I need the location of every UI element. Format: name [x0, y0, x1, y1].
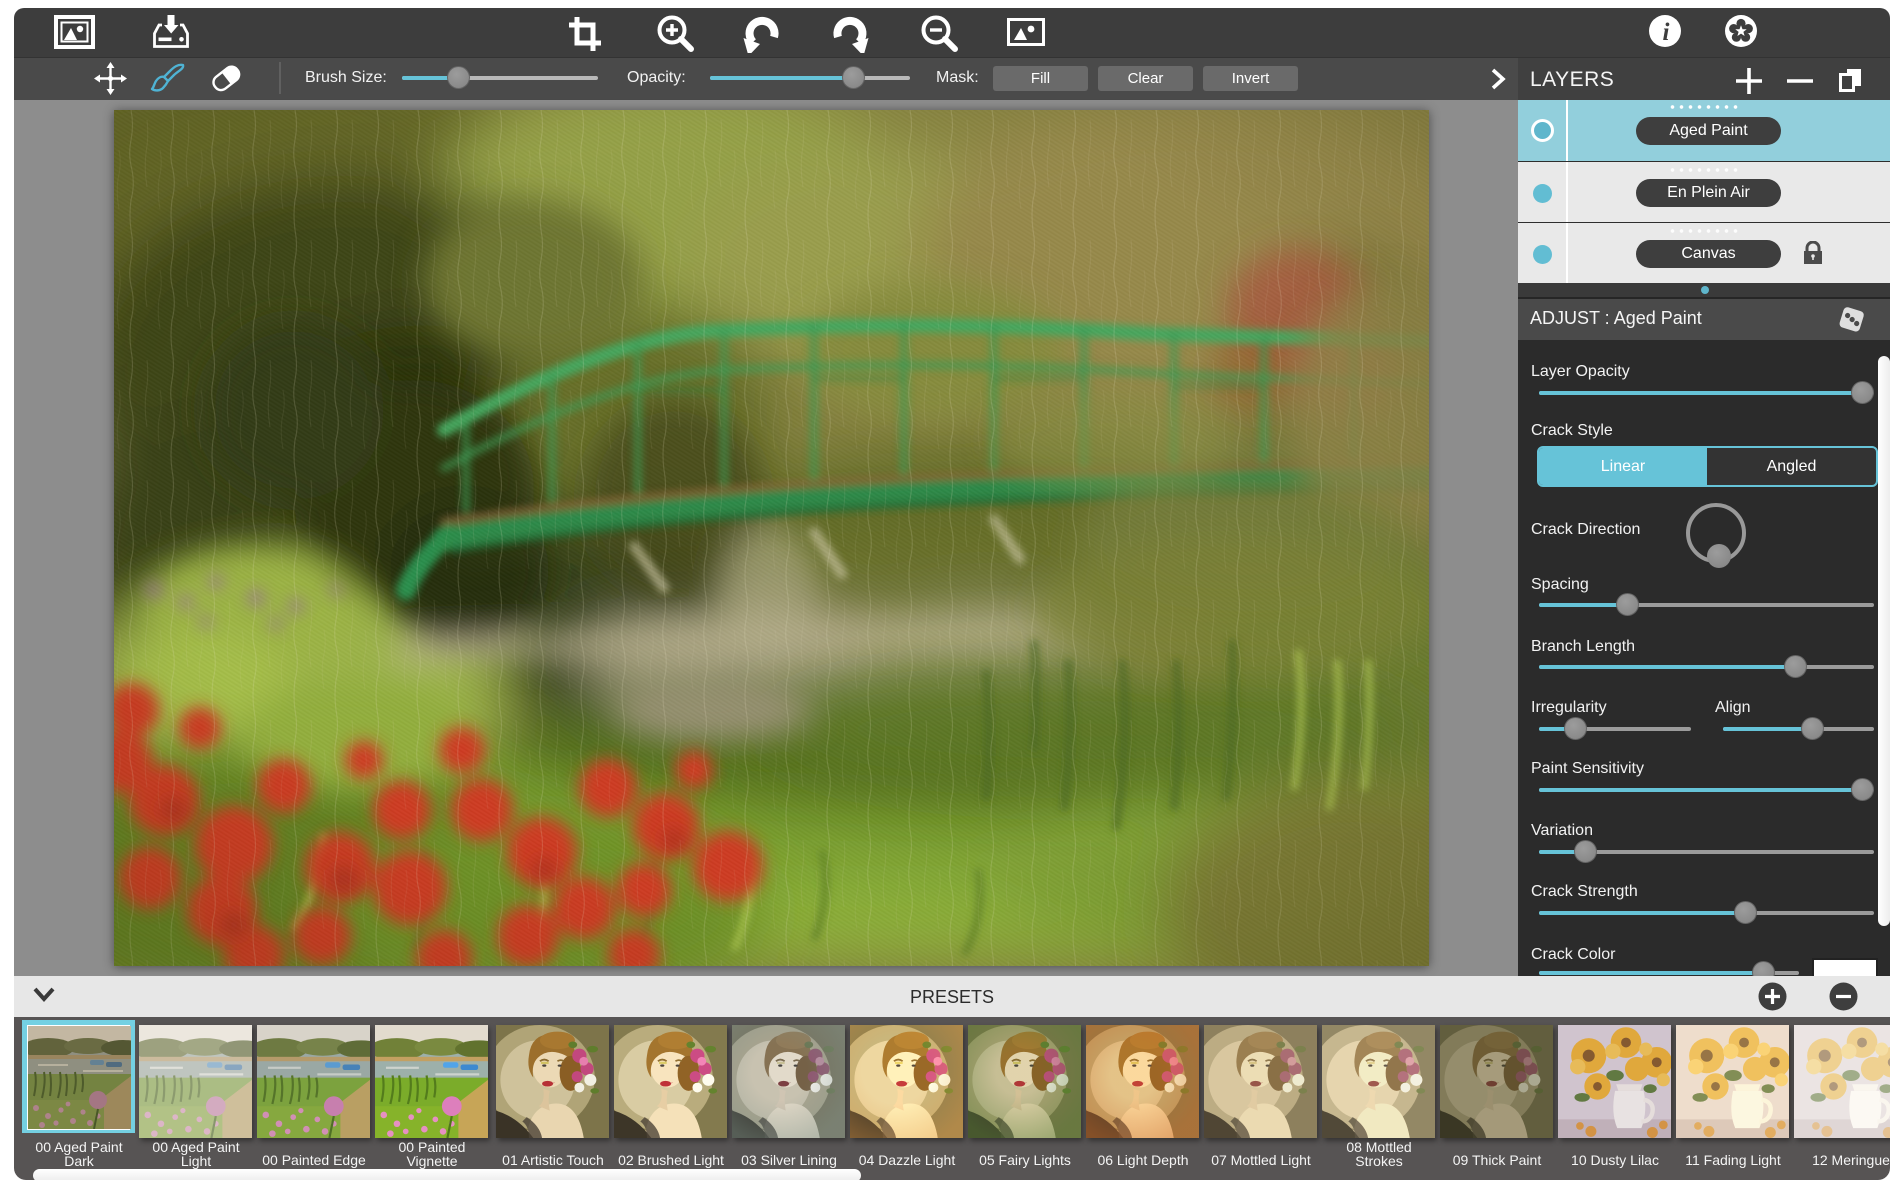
svg-text:i: i	[1663, 19, 1670, 46]
